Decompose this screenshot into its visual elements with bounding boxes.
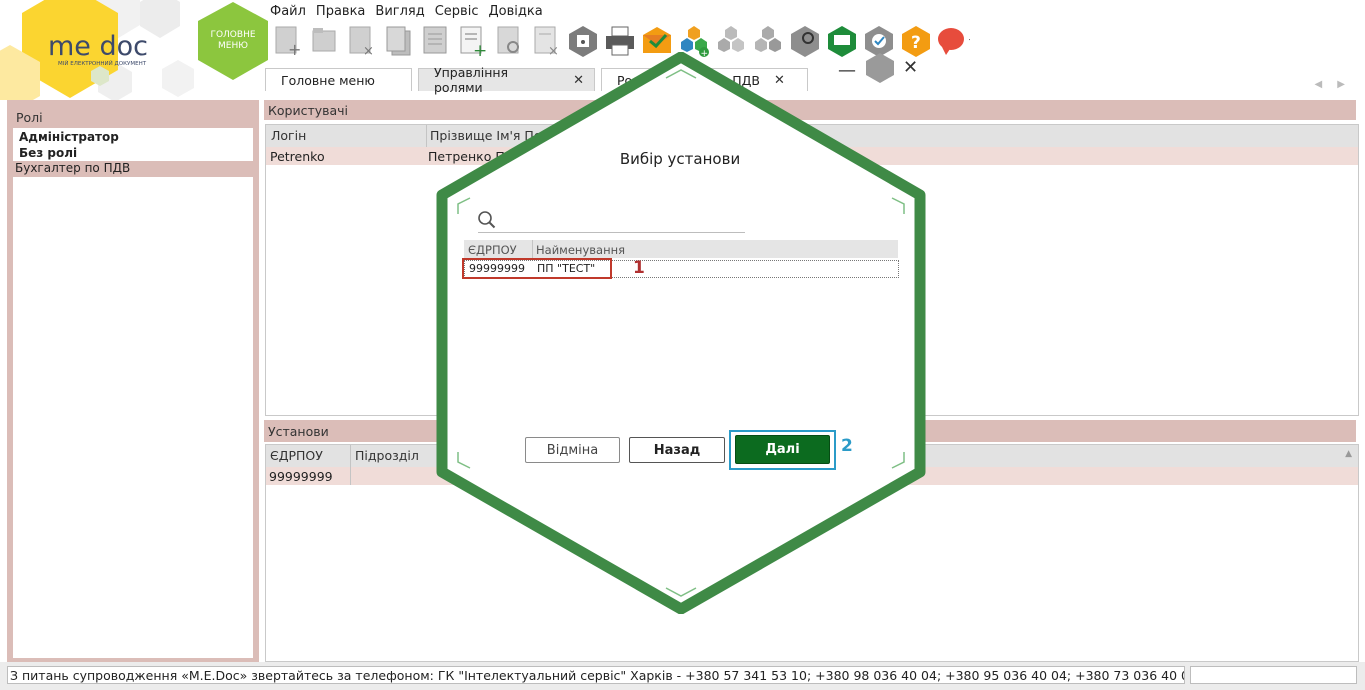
back-button[interactable]: Назад bbox=[629, 437, 725, 463]
column-header-edrpou[interactable]: ЄДРПОУ bbox=[468, 243, 517, 257]
status-field bbox=[1190, 666, 1357, 684]
column-header-name[interactable]: Найменування bbox=[536, 243, 625, 257]
search-underline bbox=[478, 232, 745, 233]
next-button[interactable]: Далі bbox=[735, 435, 830, 464]
menu-service[interactable]: Сервіс bbox=[435, 2, 485, 22]
column-header-login[interactable]: Логін bbox=[271, 128, 306, 143]
search-icon bbox=[478, 211, 496, 229]
menu-file[interactable]: Файл bbox=[270, 2, 312, 22]
dialog-title: Вибір установи bbox=[619, 150, 741, 168]
open-document-icon[interactable] bbox=[307, 24, 341, 58]
step-marker-2: 2 bbox=[841, 436, 853, 456]
support-info-text: З питань супроводження «M.E.Doc» звертай… bbox=[7, 666, 1185, 684]
svg-text:+: + bbox=[288, 40, 301, 57]
column-header-edrpou[interactable]: ЄДРПОУ bbox=[270, 448, 323, 463]
step-marker-1: 1 bbox=[633, 258, 645, 278]
cell-login: Petrenko bbox=[270, 149, 325, 164]
tab-label: Головне меню bbox=[281, 72, 375, 88]
tab-main-menu[interactable]: Головне меню bbox=[265, 68, 412, 91]
role-item-administrator[interactable]: Адміністратор bbox=[19, 130, 119, 144]
installations-title: Установи bbox=[268, 424, 329, 439]
row-highlight-frame bbox=[462, 258, 612, 279]
delete-document-icon[interactable]: × bbox=[344, 24, 378, 58]
menu-view[interactable]: Вигляд bbox=[375, 2, 430, 22]
roles-list: Адміністратор Без ролі Бухгалтер по ПДВ bbox=[13, 128, 253, 658]
dialog-table-header: ЄДРПОУ Найменування bbox=[464, 240, 898, 258]
svg-text:МІЙ ЕЛЕКТРОННИЙ ДОКУМЕНТ: МІЙ ЕЛЕКТРОННИЙ ДОКУМЕНТ bbox=[58, 60, 147, 67]
svg-text:me doc: me doc bbox=[48, 31, 148, 62]
medoc-logo: me doc МІЙ ЕЛЕКТРОННИЙ ДОКУМЕНТ bbox=[0, 0, 194, 100]
select-installation-dialog bbox=[436, 52, 926, 614]
search-input[interactable] bbox=[498, 212, 747, 232]
menubar: Файл Правка Вигляд Сервіс Довідка bbox=[270, 2, 553, 22]
svg-text:ГОЛОВНЕ: ГОЛОВНЕ bbox=[210, 30, 255, 40]
copy-document-icon[interactable] bbox=[381, 24, 415, 58]
cell-edrpou: 99999999 bbox=[269, 469, 333, 484]
menu-help[interactable]: Довідка bbox=[488, 2, 548, 22]
svg-text:×: × bbox=[363, 44, 374, 57]
users-title: Користувачі bbox=[268, 103, 349, 118]
tab-scroll-arrows[interactable]: ◀ ▶ bbox=[1314, 79, 1351, 90]
svg-text:МЕНЮ: МЕНЮ bbox=[218, 41, 248, 51]
role-item-no-role[interactable]: Без ролі bbox=[19, 146, 77, 160]
column-header-subdivision[interactable]: Підрозділ bbox=[355, 448, 419, 463]
roles-title: Ролі bbox=[16, 110, 43, 125]
cancel-button[interactable]: Відміна bbox=[525, 437, 620, 463]
sort-arrow-icon: ▲ bbox=[1345, 449, 1352, 459]
menu-edit[interactable]: Правка bbox=[316, 2, 371, 22]
feedback-icon[interactable] bbox=[936, 24, 970, 58]
main-menu-button[interactable]: ГОЛОВНЕ МЕНЮ bbox=[198, 2, 268, 80]
role-item-vat-accountant[interactable]: Бухгалтер по ПДВ bbox=[13, 161, 253, 177]
new-document-icon[interactable]: + bbox=[270, 24, 304, 58]
svg-text:?: ? bbox=[911, 33, 921, 53]
